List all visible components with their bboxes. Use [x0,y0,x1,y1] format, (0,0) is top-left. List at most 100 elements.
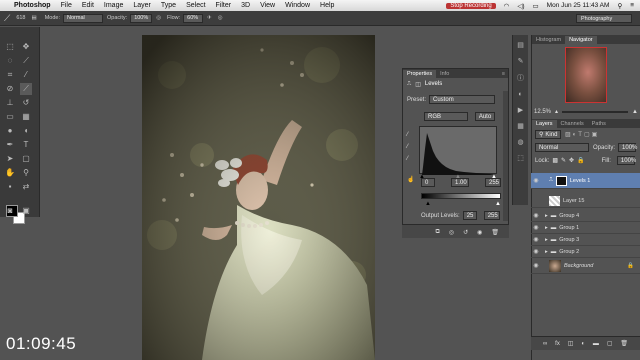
layer-row-layer-15[interactable]: Layer 15 [531,194,640,208]
history-panel-icon[interactable]: ▤ [517,41,524,49]
layer-row-levels-1[interactable]: ◉ ⎍ Levels 1 [531,173,640,189]
lock-transparency-icon[interactable]: ▩ [552,157,558,164]
layer-name[interactable]: Group 4 [559,213,579,219]
layer-name[interactable]: Group 1 [559,225,579,231]
search-icon[interactable]: ⚲ [617,2,622,10]
brushes-panel-icon[interactable]: ✎ [518,57,524,65]
menu-file[interactable]: File [61,2,72,9]
new-group-icon[interactable]: ▬ [593,341,599,347]
visibility-icon[interactable]: ◉ [477,229,482,236]
tab-navigator[interactable]: Navigator [565,36,597,44]
tab-paths[interactable]: Paths [588,120,610,128]
type-tool-icon[interactable]: T [20,139,32,151]
swatches-panel-icon[interactable]: ▦ [517,122,524,130]
input-gamma-slider[interactable]: ▲ [455,174,461,180]
lock-pixels-icon[interactable]: ✎ [561,157,566,164]
hand-tool-icon[interactable]: ✋ [4,167,16,179]
channel-select[interactable]: RGB [424,112,468,121]
pressure-size-icon[interactable]: ◎ [218,15,223,21]
properties-scrollbar[interactable] [503,91,508,221]
input-black-slider[interactable]: ▲ [419,174,425,180]
input-white-slider[interactable]: ▲ [491,174,497,180]
dodge-tool-icon[interactable]: ◖ [20,125,32,137]
tab-channels[interactable]: Channels [557,120,588,128]
pressure-opacity-icon[interactable]: ◎ [156,15,161,21]
tab-histogram[interactable]: Histogram [532,36,565,44]
wifi-icon[interactable]: ◠ [504,2,510,10]
panel-menu-icon[interactable]: ≡ [499,70,508,78]
color-panel-icon[interactable]: ◍ [517,138,523,146]
layer-mask-thumbnail[interactable] [555,175,567,186]
layer-name[interactable]: Levels 1 [570,178,591,184]
lasso-tool-icon[interactable]: ◌ [4,55,16,67]
layer-row-group-4[interactable]: ◉ ▸ ▬ Group 4 [531,210,640,222]
visibility-eye-icon[interactable]: ◉ [531,262,541,269]
zoom-slider[interactable] [562,110,629,113]
black-point-eyedropper-icon[interactable]: ⁄ [407,132,414,138]
layer-row-background[interactable]: ◉ Background 🔒 [531,258,640,274]
actions-panel-icon[interactable]: ▶ [518,106,523,114]
auto-button[interactable]: Auto [475,112,495,121]
crop-tool-icon[interactable]: ⌗ [4,69,16,81]
layer-row-group-3[interactable]: ◉ ▸ ▬ Group 3 [531,234,640,246]
target-adjust-icon[interactable]: ☝ [407,176,414,183]
clone-stamp-tool-icon[interactable]: ⊥ [4,97,16,109]
menu-select[interactable]: Select [186,2,205,9]
link-layers-icon[interactable]: ∞ [543,341,547,347]
blur-tool-icon[interactable]: ● [4,125,16,137]
menu-filter[interactable]: Filter [216,2,232,9]
layer-name[interactable]: Background [564,263,593,269]
battery-icon[interactable]: ▭ [533,2,539,10]
lock-all-icon[interactable]: 🔒 [577,157,584,164]
gray-point-eyedropper-icon[interactable]: ⁄ [407,144,414,150]
delete-layer-icon[interactable]: 🗑 [620,340,628,347]
brush-panel-icon[interactable]: ▤ [32,15,37,21]
menu-layer[interactable]: Layer [133,2,151,9]
workspace-select[interactable]: Photography [576,14,632,23]
zoom-in-icon[interactable]: ▲ [632,109,638,115]
tab-info[interactable]: Info [436,70,453,78]
app-menu[interactable]: Photoshop [14,2,51,9]
preset-select[interactable]: Custom [429,95,496,104]
move-tool-icon[interactable]: ✥ [20,41,32,53]
expand-arrow-icon[interactable]: ▸ [545,237,548,243]
marquee-tool-icon[interactable]: ⬚ [4,41,16,53]
path-select-tool-icon[interactable]: ➤ [4,153,16,165]
menu-image[interactable]: Image [104,2,123,9]
view-previous-icon[interactable]: ◎ [449,229,454,236]
lock-position-icon[interactable]: ✥ [569,157,574,164]
trash-icon[interactable]: 🗑 [491,229,499,236]
layer-thumbnail[interactable] [549,195,560,206]
filter-type-icons[interactable]: ▨◐T▢▣ [565,131,599,138]
default-colors-icon[interactable]: ▪ [4,181,16,193]
layer-opacity-field[interactable]: 100% [618,143,637,152]
menu-3d[interactable]: 3D [241,2,250,9]
new-adjustment-icon[interactable]: ◐ [581,341,585,347]
quick-select-tool-icon[interactable]: ⟋ [20,55,32,67]
layer-row-group-1[interactable]: ◉ ▸ ▬ Group 1 [531,222,640,234]
history-brush-tool-icon[interactable]: ↺ [20,97,32,109]
brush-tool-icon[interactable]: ⟋ [4,13,10,24]
expand-arrow-icon[interactable]: ▸ [545,213,548,219]
menu-view[interactable]: View [260,2,275,9]
navigator-thumbnail[interactable] [565,47,607,103]
opacity-field[interactable]: 100% [130,13,153,23]
white-point-eyedropper-icon[interactable]: ⁄ [407,156,414,162]
visibility-eye-icon[interactable]: ◉ [531,177,541,184]
document-canvas[interactable] [142,35,375,360]
kind-filter-select[interactable]: ⚲ Kind [535,130,561,139]
tab-properties[interactable]: Properties [403,70,437,78]
menu-edit[interactable]: Edit [82,2,94,9]
layer-style-icon[interactable]: fx [555,341,560,347]
clock[interactable]: Mon Jun 25 11:43 AM [547,2,610,9]
brush-size-value[interactable]: 618 [16,15,25,21]
zoom-out-icon[interactable]: ▴ [555,108,558,115]
output-black-slider[interactable]: ▲ [425,201,431,207]
zoom-tool-icon[interactable]: ⚲ [20,167,32,179]
layer-row-group-2[interactable]: ◉ ▸ ▬ Group 2 [531,246,640,258]
flow-field[interactable]: 60% [183,13,204,23]
styles-panel-icon[interactable]: ⬚ [517,154,524,162]
eraser-tool-icon[interactable]: ▭ [4,111,16,123]
visibility-eye-icon[interactable]: ◉ [531,224,541,231]
airbrush-icon[interactable]: ✈ [207,15,212,21]
